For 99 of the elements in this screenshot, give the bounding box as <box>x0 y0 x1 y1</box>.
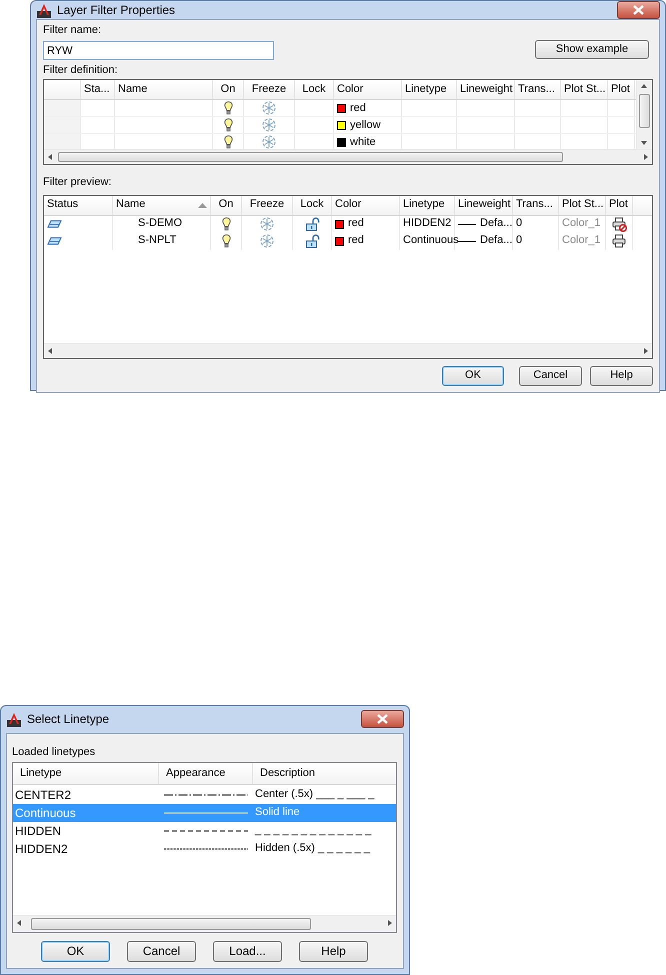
column-header[interactable]: Name <box>118 83 148 96</box>
section-label: Filter preview: <box>43 176 112 190</box>
dialog-button[interactable]: OK <box>41 941 110 962</box>
lineweight-line <box>458 240 476 242</box>
lightbulb-icon[interactable] <box>224 135 232 150</box>
printer-icon[interactable] <box>612 234 626 249</box>
close-button[interactable] <box>361 710 404 728</box>
cell-text: Color_1 <box>562 234 601 248</box>
filter-name-field[interactable]: RYW <box>43 41 274 60</box>
horizontal-scrollbar[interactable] <box>44 149 652 164</box>
lightbulb-icon[interactable] <box>224 101 232 116</box>
cell-text: HIDDEN2 <box>403 217 452 231</box>
lightbulb-icon[interactable] <box>222 234 230 248</box>
cell-text: Defa... <box>480 234 512 248</box>
list-row[interactable]: CENTER2 Center (.5x) ___ _ ___ _ <box>13 786 396 804</box>
column-header[interactable]: Plot St... <box>562 198 604 212</box>
column-header[interactable]: Appearance <box>166 766 226 780</box>
table-row[interactable]: S-NPLT red Continuous Defa... 0 Color_1 <box>44 232 652 250</box>
cell-text: 0 <box>516 217 522 231</box>
snowflake-icon[interactable] <box>262 118 276 132</box>
list-row[interactable]: HIDDEN2 Hidden (.5x) _ _ _ _ _ _ <box>13 840 396 858</box>
column-header[interactable]: Lock <box>302 83 326 96</box>
cell-text: Defa... <box>480 217 512 231</box>
snowflake-icon[interactable] <box>262 101 276 116</box>
app-icon <box>6 712 22 727</box>
field-label: Filter name: <box>43 24 102 38</box>
table-row[interactable]: red <box>44 100 636 118</box>
dialog-button[interactable]: Load... <box>213 941 282 962</box>
column-header[interactable]: On <box>218 198 234 212</box>
cell-text: Continuous <box>403 234 459 248</box>
window-title: Select Linetype <box>27 712 110 727</box>
snowflake-icon[interactable] <box>262 135 276 150</box>
column-header[interactable]: Plot <box>609 198 628 212</box>
cell-text: 0 <box>516 234 522 248</box>
table-row[interactable]: yellow <box>44 117 636 134</box>
close-icon[interactable] <box>377 714 388 724</box>
column-header[interactable]: Freeze <box>250 198 284 212</box>
column-header[interactable]: Status <box>47 198 78 212</box>
dialog-button[interactable]: OK <box>442 366 504 386</box>
column-header[interactable]: Lineweight <box>460 83 513 96</box>
table-row[interactable]: S-DEMO red HIDDEN2 Defa... 0 Color_1 <box>44 216 652 233</box>
cell-text: S-NPLT <box>138 234 176 248</box>
column-header[interactable]: Linetype <box>405 83 447 96</box>
linetype-description: Solid line <box>255 806 300 820</box>
app-icon <box>36 2 52 18</box>
column-header[interactable]: Lineweight <box>458 198 511 212</box>
linetype-name: HIDDEN2 <box>15 842 68 856</box>
column-header[interactable]: Name <box>116 198 146 212</box>
linetype-description: Center (.5x) ___ _ ___ _ <box>255 788 374 802</box>
lightbulb-icon[interactable] <box>224 118 232 132</box>
lightbulb-icon[interactable] <box>222 217 230 232</box>
linetype-name: CENTER2 <box>15 788 72 802</box>
cell-text: S-DEMO <box>138 217 182 231</box>
linetype-name: Continuous <box>15 806 76 820</box>
printer-icon[interactable] <box>612 216 626 232</box>
dialog-button[interactable]: Help <box>590 366 653 386</box>
column-header[interactable]: Lock <box>300 198 324 212</box>
cell-text: Color_1 <box>562 217 601 231</box>
close-icon[interactable] <box>633 5 644 15</box>
column-header[interactable]: Plot St... <box>564 83 606 96</box>
column-header[interactable]: Sta... <box>84 83 110 96</box>
cell-text: red <box>348 234 364 248</box>
cell-text: red <box>348 217 364 231</box>
layer-status-icon <box>47 220 62 228</box>
cell-text: white <box>350 136 376 149</box>
column-header[interactable]: Description <box>260 766 316 780</box>
column-header[interactable]: Trans... <box>518 83 555 96</box>
padlock-icon[interactable] <box>304 217 320 232</box>
vertical-scrollbar[interactable] <box>636 80 652 150</box>
column-header[interactable]: Linetype <box>20 766 62 780</box>
column-header[interactable]: Linetype <box>403 198 445 212</box>
dialog-button[interactable]: Help <box>299 941 368 962</box>
padlock-icon[interactable] <box>304 234 320 248</box>
section-label: Loaded linetypes <box>12 746 96 759</box>
column-header[interactable]: On <box>220 83 236 96</box>
window-title: Layer Filter Properties <box>57 2 176 18</box>
layer-status-icon <box>47 237 62 246</box>
cell-text: red <box>350 102 366 115</box>
column-header[interactable]: Plot <box>611 83 630 96</box>
snowflake-icon[interactable] <box>260 217 274 232</box>
linetype-name: HIDDEN <box>15 824 62 838</box>
column-header[interactable]: Color <box>335 198 362 212</box>
column-header[interactable]: Freeze <box>252 83 286 96</box>
lineweight-line <box>458 224 476 225</box>
linetype-description: _ _ _ _ _ _ _ _ _ _ _ _ _ <box>255 824 372 838</box>
dialog-button[interactable]: Cancel <box>519 366 582 386</box>
sort-arrow-icon <box>198 202 207 208</box>
snowflake-icon[interactable] <box>260 234 274 248</box>
list-row[interactable]: HIDDEN _ _ _ _ _ _ _ _ _ _ _ _ _ <box>13 822 396 840</box>
section-label: Filter definition: <box>43 64 119 78</box>
close-button[interactable] <box>617 1 660 19</box>
show-example-button[interactable]: Show example <box>535 40 649 60</box>
horizontal-scrollbar[interactable] <box>13 915 396 932</box>
horizontal-scrollbar[interactable] <box>44 342 652 358</box>
linetype-description: Hidden (.5x) _ _ _ _ _ _ <box>255 842 370 856</box>
dialog-button[interactable]: Cancel <box>127 941 196 962</box>
column-header[interactable]: Trans... <box>516 198 553 212</box>
cell-text: yellow <box>350 118 381 132</box>
column-header[interactable]: Color <box>337 83 364 96</box>
